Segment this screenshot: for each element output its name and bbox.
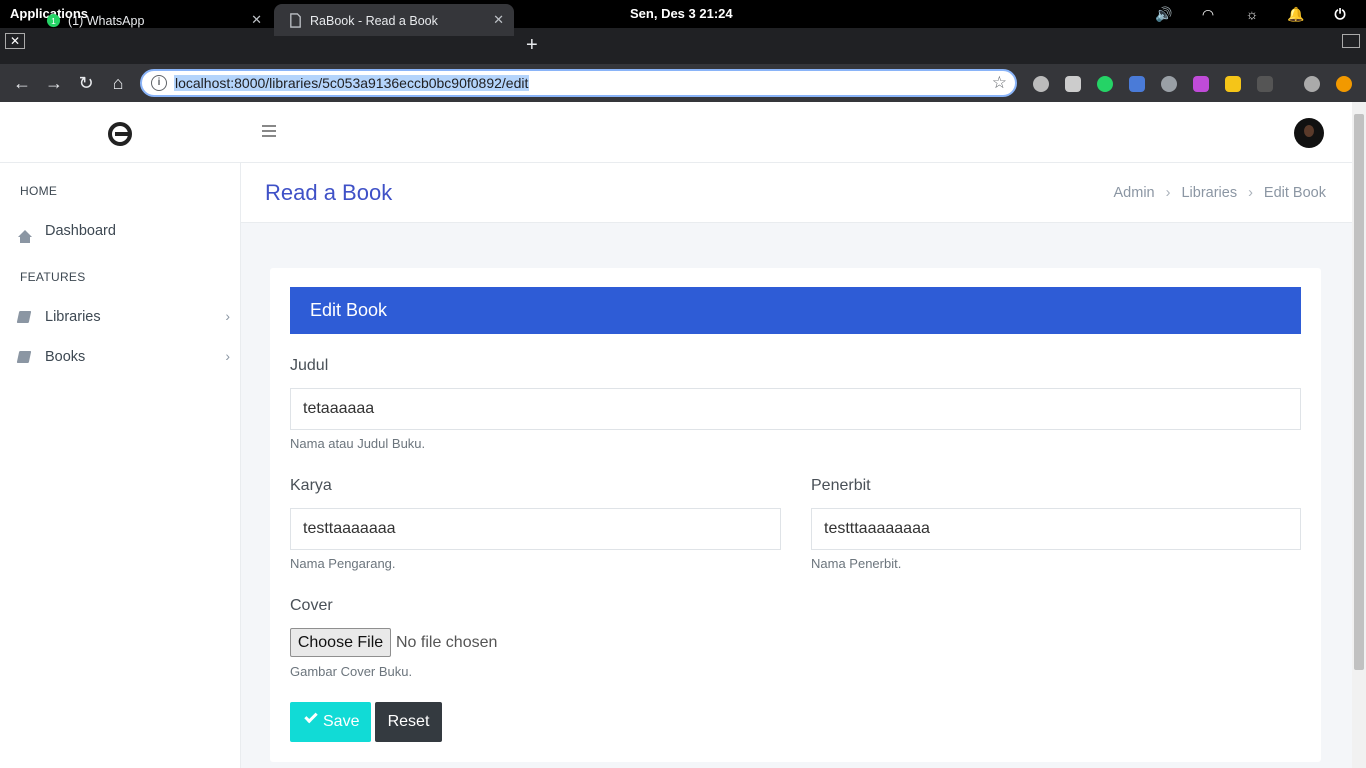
reload-icon[interactable]: ↻: [74, 71, 98, 95]
chevron-right-icon: ›: [225, 348, 230, 364]
scrollbar-thumb[interactable]: [1354, 114, 1364, 670]
profile-icon[interactable]: [1304, 76, 1320, 92]
volume-icon[interactable]: 🔊: [1150, 5, 1178, 23]
back-arrow-icon[interactable]: ←: [10, 71, 34, 95]
sidebar-section-features: FEATURES: [20, 270, 86, 284]
extension-speed-icon[interactable]: [1033, 76, 1049, 92]
card-title: Edit Book: [310, 300, 388, 320]
window-restore-icon[interactable]: [1342, 34, 1360, 48]
home-icon[interactable]: ⌂: [106, 71, 130, 95]
tab-rabook[interactable]: RaBook - Read a Book ✕: [274, 4, 514, 36]
karya-input[interactable]: [290, 508, 781, 550]
chevron-right-icon: ›: [1165, 185, 1171, 201]
address-url[interactable]: localhost:8000/libraries/5c053a9136eccb0…: [174, 75, 530, 91]
sidebar-item-libraries[interactable]: Libraries ›: [16, 308, 230, 330]
sidebar: HOME Dashboard FEATURES Libraries › Book…: [0, 163, 241, 768]
brightness-icon[interactable]: ☼: [1238, 5, 1266, 23]
sidebar-section-home: HOME: [20, 184, 58, 198]
choose-file-button[interactable]: Choose File: [290, 628, 391, 657]
judul-label: Judul: [290, 357, 329, 374]
extension-v-icon[interactable]: [1225, 76, 1241, 92]
sidebar-item-label: Libraries: [45, 309, 101, 325]
system-tray: 🔊 ◠ ☼ 🔔 ⏻: [1134, 5, 1354, 23]
sidebar-item-label: Books: [45, 349, 86, 365]
sidebar-item-books[interactable]: Books ›: [16, 348, 230, 370]
extension-purple-icon[interactable]: [1193, 76, 1209, 92]
breadcrumb-libraries[interactable]: Libraries: [1181, 185, 1237, 201]
address-bar[interactable]: i localhost:8000/libraries/5c053a9136ecc…: [140, 69, 1017, 97]
sidebar-item-dashboard[interactable]: Dashboard: [18, 222, 230, 244]
svg-text:1: 1: [51, 16, 56, 26]
book-icon: [16, 351, 32, 364]
judul-help: Nama atau Judul Buku.: [290, 436, 426, 451]
extension-translate-icon[interactable]: [1129, 76, 1145, 92]
chevron-right-icon: ›: [225, 308, 230, 324]
tab-close-icon[interactable]: ✕: [251, 12, 262, 28]
card-header: Edit Book: [290, 287, 1301, 334]
menu-toggle-icon[interactable]: [262, 125, 276, 137]
save-button-label: Save: [323, 713, 360, 730]
tab-title: (1) WhatsApp: [68, 14, 145, 28]
site-info-icon[interactable]: i: [151, 75, 167, 91]
book-icon: [16, 311, 32, 324]
extension-bulb-icon[interactable]: [1161, 76, 1177, 92]
tab-title: RaBook - Read a Book: [310, 14, 438, 28]
new-tab-plus-icon[interactable]: +: [526, 35, 538, 55]
power-icon[interactable]: ⏻: [1326, 5, 1354, 23]
wifi-icon[interactable]: ◠: [1194, 5, 1222, 23]
notification-bell-icon[interactable]: 🔔: [1282, 5, 1310, 23]
sidebar-item-label: Dashboard: [45, 223, 116, 239]
tab-close-icon[interactable]: ✕: [493, 12, 504, 28]
whatsapp-favicon-icon: 1: [46, 13, 61, 28]
tab-whatsapp[interactable]: 1 (1) WhatsApp ✕: [32, 4, 272, 36]
window-close-icon[interactable]: ✕: [5, 33, 25, 49]
extension-whatsapp-icon[interactable]: [1097, 76, 1113, 92]
extension-chat-icon[interactable]: [1065, 76, 1081, 92]
page-favicon-icon: [290, 13, 301, 28]
page-scrollbar[interactable]: [1352, 102, 1366, 768]
breadcrumb-edit-book: Edit Book: [1263, 185, 1326, 201]
penerbit-label: Penerbit: [811, 477, 871, 494]
update-alert-icon[interactable]: [1336, 76, 1352, 92]
judul-input[interactable]: [290, 388, 1301, 430]
bookmark-star-icon[interactable]: ☆: [992, 73, 1007, 93]
cover-help: Gambar Cover Buku.: [290, 664, 413, 679]
chevron-right-icon: ›: [1248, 185, 1253, 201]
reset-button[interactable]: Reset: [375, 702, 442, 742]
check-icon: [304, 709, 318, 724]
karya-help: Nama Pengarang.: [290, 556, 396, 571]
page-header: Read a Book Admin › Libraries › Edit Boo…: [241, 163, 1352, 223]
cover-label: Cover: [290, 597, 333, 614]
karya-label: Karya: [290, 477, 332, 494]
extension-json-icon[interactable]: [1257, 76, 1273, 92]
penerbit-help: Nama Penerbit.: [811, 556, 902, 571]
home-icon: [18, 225, 32, 243]
app-logo-icon[interactable]: [108, 122, 132, 146]
save-button[interactable]: Save: [290, 702, 371, 742]
forward-arrow-icon[interactable]: →: [42, 71, 66, 95]
file-status: No file chosen: [396, 634, 498, 651]
penerbit-input[interactable]: [811, 508, 1301, 550]
system-clock[interactable]: Sen, Des 3 21:24: [630, 6, 733, 21]
user-avatar[interactable]: [1294, 118, 1324, 148]
page-title: Read a Book: [265, 180, 393, 205]
breadcrumb: Admin › Libraries › Edit Book: [1114, 185, 1326, 201]
app-header: [0, 102, 1352, 163]
browser-toolbar: ← → ↻ ⌂ i localhost:8000/libraries/5c053…: [0, 64, 1366, 102]
breadcrumb-admin[interactable]: Admin: [1114, 185, 1155, 201]
